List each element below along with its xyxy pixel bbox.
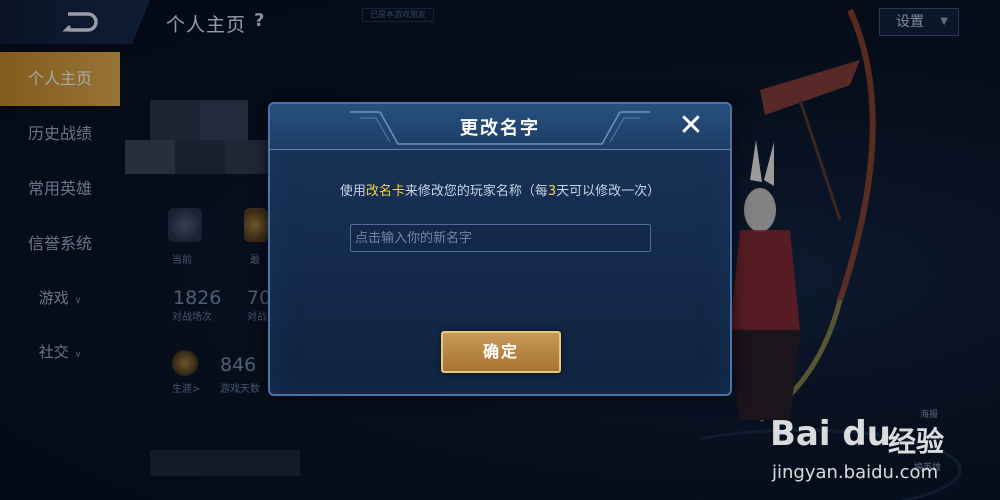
days-highlight: 3 (547, 184, 557, 199)
confirm-button[interactable]: 确定 (441, 331, 561, 373)
rename-description: 使用改名卡来修改您的玩家名称（每3天可以修改一次） (270, 180, 730, 199)
dialog-title: 更改名字 (460, 118, 540, 139)
desc-text: 天可以修改一次） (556, 184, 661, 199)
watermark-url: jingyan.baidu.com (772, 462, 939, 483)
rename-dialog: 更改名字 ✕ 使用改名卡来修改您的玩家名称（每3天可以修改一次） 确定 (268, 102, 732, 396)
new-name-input[interactable] (350, 224, 651, 252)
baidu-watermark: Bai du 经验 jingyan.baidu.com (770, 390, 1000, 500)
close-icon[interactable]: ✕ (674, 110, 708, 144)
rename-card-highlight: 改名卡 (365, 184, 405, 199)
desc-text: 来修改您的玩家名称（每 (404, 184, 548, 199)
watermark-cn-text: 经验 (888, 425, 945, 458)
desc-text: 使用 (339, 184, 366, 199)
dialog-header: 更改名字 ✕ (270, 104, 730, 150)
baidu-logo: Bai du (770, 414, 891, 454)
